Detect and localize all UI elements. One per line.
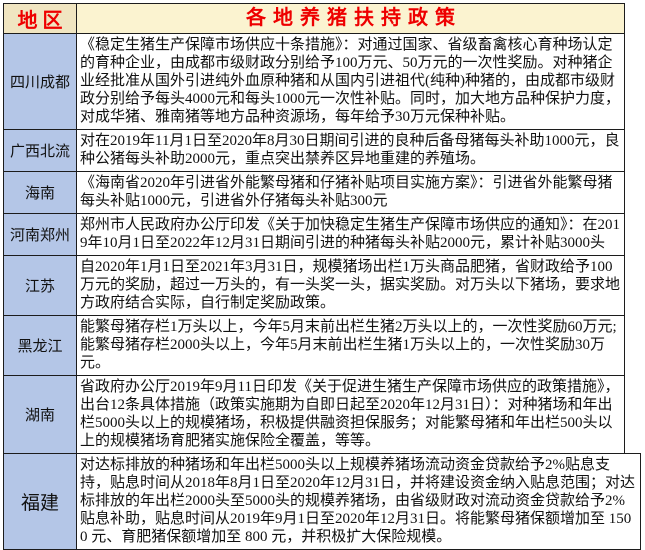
policy-text: 对在2019年11月1日至2020年8月30日期间引进的良种后备母猪每头补助10… (80, 133, 619, 167)
page: { "header": { "region_col": "地区", "polic… (0, 3, 645, 534)
policy-text: 郑州市人民政府办公厅印发《关于加快稳定生猪生产保障市场供应的通知》：在2019年… (80, 217, 620, 251)
region-label: 黑龙江 (17, 335, 62, 356)
region-column-header: 地区 (4, 4, 77, 33)
policy-cell: 《稳定生猪生产保障市场供应十条措施》：对通过国家、省级畜禽核心育种场认定的育种企… (77, 34, 624, 129)
table-header-row: 地区 各地养猪扶持政策 (3, 3, 625, 34)
policy-cell: 对在2019年11月1日至2020年8月30日期间引进的良种后备母猪每头补助10… (77, 130, 624, 171)
policy-text: 《稳定生猪生产保障市场供应十条措施》：对通过国家、省级畜禽核心育种场认定的育种企… (80, 37, 620, 125)
region-label: 四川成都 (10, 71, 70, 92)
table-row: 黑龙江 能繁母猪存栏1万头以上，今年5月末前出栏生猪2万头以上的，一次性奖励60… (3, 315, 625, 376)
table-row: 福建 对达标排放的种猪场和年出栏5000头以上规模养猪场流动资金贷款给予2%贴息… (3, 453, 641, 550)
policy-table: 地区 各地养猪扶持政策 四川成都 《稳定生猪生产保障市场供应十条措施》：对通过国… (3, 3, 645, 550)
policy-text: 省政府办公厅2019年9月11日印发《关于促进生猪生产保障市场供应的政策措施》，… (80, 379, 619, 449)
region-cell: 江苏 (4, 256, 77, 315)
region-cell: 海南 (4, 172, 77, 213)
region-label: 河南郑州 (10, 224, 70, 245)
table-row: 四川成都 《稳定生猪生产保障市场供应十条措施》：对通过国家、省级畜禽核心育种场认… (3, 33, 625, 130)
table-row: 广西北流 对在2019年11月1日至2020年8月30日期间引进的良种后备母猪每… (3, 129, 625, 172)
policy-text: 对达标排放的种猪场和年出栏5000头以上规模养猪场流动资金贷款给予2%贴息支持，… (80, 457, 635, 545)
region-label: 广西北流 (10, 140, 70, 161)
region-label: 海南 (25, 182, 55, 203)
region-cell: 四川成都 (4, 34, 77, 129)
region-label: 湖南 (25, 404, 55, 425)
region-label: 福建 (21, 488, 59, 515)
region-cell: 湖南 (4, 376, 77, 453)
region-cell: 广西北流 (4, 130, 77, 171)
policy-text: 《海南省2020年引进省外能繁母猪和仔猪补贴项目实施方案》：引进省外能繁母猪每头… (80, 175, 613, 209)
policy-text: 能繁母猪存栏1万头以上，今年5月末前出栏生猪2万头以上的，一次性奖励60万元;能… (80, 319, 617, 371)
policy-cell: 郑州市人民政府办公厅印发《关于加快稳定生猪生产保障市场供应的通知》：在2019年… (77, 214, 624, 255)
region-label: 江苏 (25, 275, 55, 296)
policy-cell: 自2020年1月1日至2021年3月31日，规模猪场出栏1万头商品肥猪，省财政给… (77, 256, 624, 315)
table-body: 四川成都 《稳定生猪生产保障市场供应十条措施》：对通过国家、省级畜禽核心育种场认… (3, 33, 645, 550)
policy-cell: 对达标排放的种猪场和年出栏5000头以上规模养猪场流动资金贷款给予2%贴息支持，… (77, 454, 640, 549)
policy-cell: 能繁母猪存栏1万头以上，今年5月末前出栏生猪2万头以上的，一次性奖励60万元;能… (77, 316, 624, 375)
table-row: 湖南 省政府办公厅2019年9月11日印发《关于促进生猪生产保障市场供应的政策措… (3, 375, 625, 454)
table-row: 江苏 自2020年1月1日至2021年3月31日，规模猪场出栏1万头商品肥猪，省… (3, 255, 625, 316)
policy-cell: 《海南省2020年引进省外能繁母猪和仔猪补贴项目实施方案》：引进省外能繁母猪每头… (77, 172, 624, 213)
table-row: 河南郑州 郑州市人民政府办公厅印发《关于加快稳定生猪生产保障市场供应的通知》：在… (3, 213, 625, 256)
policy-column-header: 各地养猪扶持政策 (77, 4, 624, 33)
table-row: 海南 《海南省2020年引进省外能繁母猪和仔猪补贴项目实施方案》：引进省外能繁母… (3, 171, 625, 214)
policy-cell: 省政府办公厅2019年9月11日印发《关于促进生猪生产保障市场供应的政策措施》，… (77, 376, 624, 453)
region-cell: 黑龙江 (4, 316, 77, 375)
policy-text: 自2020年1月1日至2021年3月31日，规模猪场出栏1万头商品肥猪，省财政给… (80, 259, 620, 311)
region-cell: 福建 (4, 454, 77, 549)
region-cell: 河南郑州 (4, 214, 77, 255)
